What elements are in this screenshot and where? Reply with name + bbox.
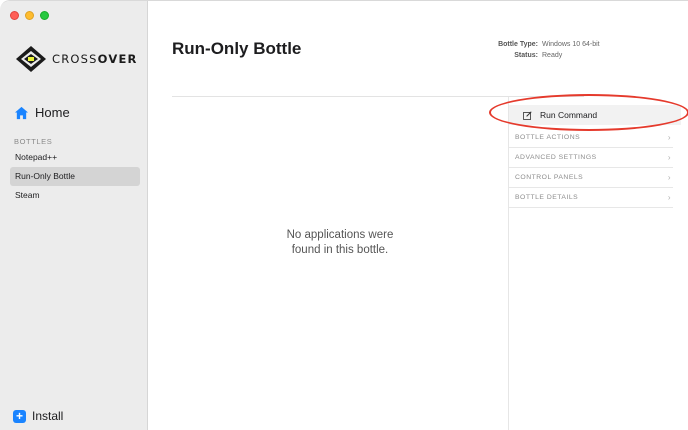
window-controls — [10, 11, 49, 20]
install-button[interactable]: + Install — [13, 409, 63, 423]
bottle-meta: Bottle Type: Windows 10 64-bit Status: R… — [488, 39, 600, 61]
chevron-right-icon: › — [667, 153, 671, 162]
chevron-right-icon: › — [667, 133, 671, 142]
logo-wordmark: CROSSOVER — [52, 52, 138, 66]
section-advanced-settings[interactable]: ADVANCED SETTINGS › — [509, 148, 673, 168]
install-label: Install — [32, 409, 64, 423]
crossover-logo: CROSSOVER — [14, 43, 138, 75]
empty-state-message: No applications were found in this bottl… — [172, 228, 508, 258]
sidebar-item-home[interactable]: Home — [14, 105, 70, 120]
page-title: Run-Only Bottle — [172, 39, 302, 58]
plus-icon: + — [13, 409, 26, 423]
section-label: BOTTLE ACTIONS — [515, 134, 581, 141]
section-label: CONTROL PANELS — [515, 174, 584, 181]
section-control-panels[interactable]: CONTROL PANELS › — [509, 168, 673, 188]
run-command-label: Run Command — [540, 110, 598, 120]
zoom-window-button[interactable] — [40, 11, 49, 20]
home-icon — [14, 106, 29, 119]
section-bottle-actions[interactable]: BOTTLE ACTIONS › — [509, 128, 673, 148]
status-key: Status: — [514, 52, 538, 59]
close-window-button[interactable] — [10, 11, 19, 20]
empty-message-line-2: found in this bottle. — [291, 244, 389, 256]
sidebar-item-steam[interactable]: Steam — [10, 186, 140, 205]
crossover-logo-icon — [16, 46, 46, 72]
section-bottle-details[interactable]: BOTTLE DETAILS › — [509, 188, 673, 208]
section-label: BOTTLE DETAILS — [515, 194, 579, 201]
panel-sections: BOTTLE ACTIONS › ADVANCED SETTINGS › CON… — [509, 128, 673, 208]
bottle-list: Notepad++ Run-Only Bottle Steam — [10, 148, 140, 205]
minimize-window-button[interactable] — [25, 11, 34, 20]
bottle-type-value: Windows 10 64-bit — [542, 41, 600, 48]
actions-panel: Run Command BOTTLE ACTIONS › ADVANCED SE… — [508, 97, 688, 430]
edit-icon — [523, 110, 532, 120]
bottle-type-key: Bottle Type: — [498, 41, 538, 48]
home-label: Home — [35, 105, 70, 120]
sidebar-item-notepad-plus-plus[interactable]: Notepad++ — [10, 148, 140, 167]
bottles-section-label: BOTTLES — [14, 137, 53, 146]
run-command-button[interactable]: Run Command — [509, 105, 681, 125]
sidebar-item-run-only-bottle[interactable]: Run-Only Bottle — [10, 167, 140, 186]
empty-message-line-1: No applications were — [286, 229, 394, 241]
section-label: ADVANCED SETTINGS — [515, 154, 597, 161]
chevron-right-icon: › — [667, 173, 671, 182]
chevron-right-icon: › — [667, 193, 671, 202]
status-value: Ready — [542, 52, 563, 59]
app-window: CROSSOVER Home BOTTLES Notepad++ Run-Onl… — [0, 0, 688, 430]
sidebar: CROSSOVER Home BOTTLES Notepad++ Run-Onl… — [0, 1, 148, 430]
main-content: Run-Only Bottle Bottle Type: Windows 10 … — [148, 1, 688, 430]
